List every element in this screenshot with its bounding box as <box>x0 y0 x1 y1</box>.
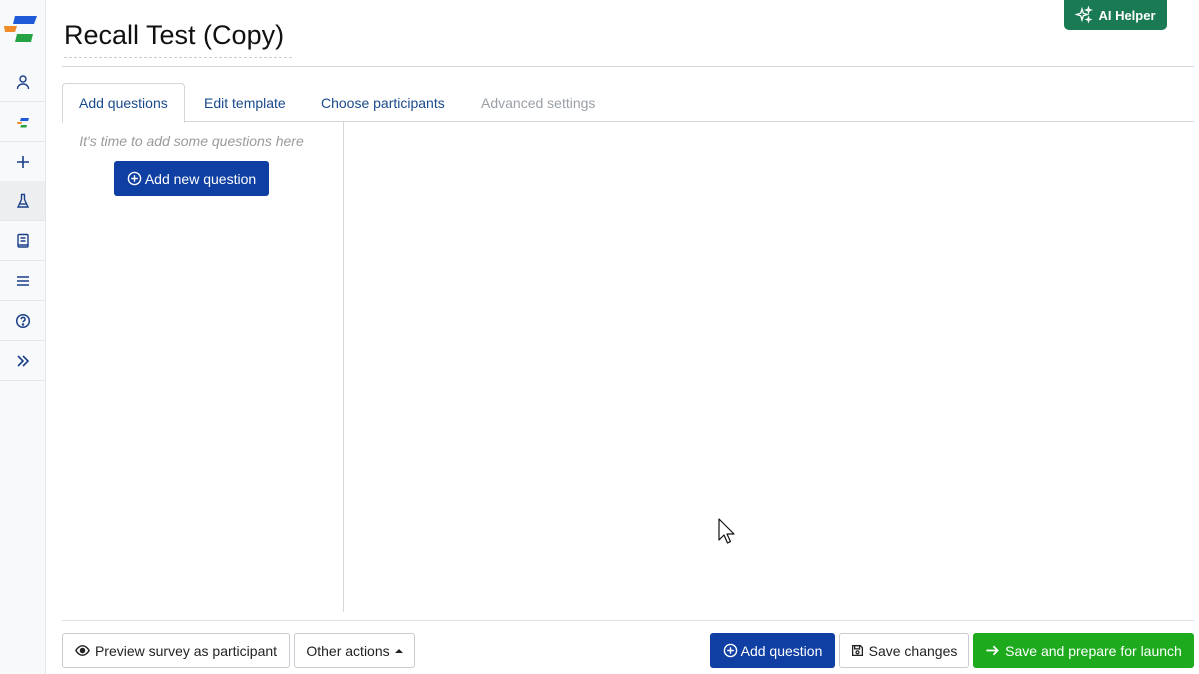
flask-icon <box>16 193 29 208</box>
help-icon <box>15 313 30 328</box>
add-question-label: Add question <box>740 642 823 659</box>
sidebar-item-experiments[interactable] <box>0 181 45 221</box>
sidebar-item-home[interactable] <box>0 102 45 142</box>
ai-helper-label: AI Helper <box>1098 7 1156 23</box>
sidebar-item-expand[interactable] <box>0 341 45 381</box>
save-changes-label: Save changes <box>868 642 958 659</box>
save-and-launch-label: Save and prepare for launch <box>1005 642 1182 659</box>
survey-title[interactable]: Recall Test (Copy) <box>64 20 292 58</box>
app-logo-icon[interactable] <box>3 14 39 46</box>
floppy-disk-icon <box>851 644 863 657</box>
sparkles-icon <box>1075 6 1094 24</box>
expand-icon <box>16 354 29 367</box>
mouse-cursor-icon <box>718 518 735 544</box>
tab-bar: Add questions Edit template Choose parti… <box>62 83 1194 123</box>
ai-helper-button[interactable]: AI Helper <box>1064 0 1167 30</box>
other-actions-dropdown[interactable]: Other actions <box>294 633 415 668</box>
sidebar <box>0 0 46 674</box>
plus-icon <box>16 155 29 168</box>
tab-edit-template[interactable]: Edit template <box>188 83 302 122</box>
sidebar-item-profile[interactable] <box>0 62 45 102</box>
preview-survey-button[interactable]: Preview survey as participant <box>62 633 290 668</box>
main-content: Recall Test (Copy) AI Helper Add questio… <box>62 0 1194 674</box>
caret-up-icon <box>394 648 403 653</box>
add-new-question-label: Add new question <box>144 170 257 187</box>
tab-advanced-settings: Advanced settings <box>481 94 596 111</box>
plus-circle-icon <box>127 171 142 186</box>
other-actions-label: Other actions <box>306 642 390 659</box>
book-icon <box>16 233 29 248</box>
brand-mini-icon <box>16 117 29 127</box>
save-and-launch-button[interactable]: Save and prepare for launch <box>973 633 1194 668</box>
footer-divider <box>62 620 1194 621</box>
sidebar-item-help[interactable] <box>0 301 45 341</box>
eye-icon <box>75 645 90 656</box>
preview-survey-label: Preview survey as participant <box>94 642 278 659</box>
empty-questions-hint: It's time to add some questions here <box>79 133 304 149</box>
list-icon <box>16 275 29 286</box>
tab-choose-participants[interactable]: Choose participants <box>305 83 461 122</box>
tab-add-questions[interactable]: Add questions <box>62 83 185 123</box>
title-divider <box>62 66 1194 67</box>
user-icon <box>16 74 29 89</box>
arrow-right-icon <box>986 645 1000 656</box>
save-changes-button[interactable]: Save changes <box>839 633 969 668</box>
sidebar-item-menu[interactable] <box>0 261 45 301</box>
add-new-question-button[interactable]: Add new question <box>114 161 269 196</box>
sidebar-item-library[interactable] <box>0 221 45 261</box>
plus-circle-icon <box>723 643 737 658</box>
sidebar-item-new[interactable] <box>0 142 45 182</box>
questions-pane: It's time to add some questions here Add… <box>62 122 344 612</box>
add-question-button[interactable]: Add question <box>710 633 835 668</box>
